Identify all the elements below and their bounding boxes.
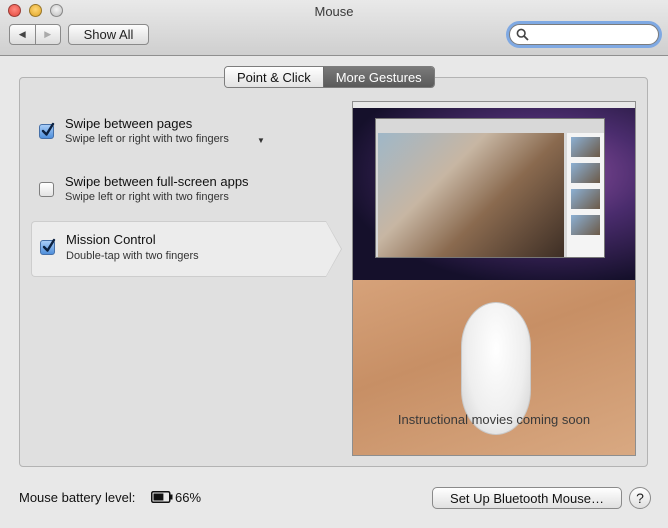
selection-arrow-fill	[326, 222, 341, 276]
back-forward-control: ◀ ▶	[9, 24, 61, 45]
battery-percent: 66%	[175, 490, 202, 505]
tab-point-click[interactable]: Point & Click	[225, 67, 323, 87]
gesture-subtitle: Swipe left or right with two fingers	[65, 133, 229, 145]
preview-photo-image	[378, 133, 564, 257]
preview-thumbnail	[571, 163, 600, 183]
gesture-swipe-fullscreen: Swipe between full-screen apps Swipe lef…	[31, 168, 326, 224]
preview-desk-image	[353, 280, 635, 455]
window-title: Mouse	[314, 4, 354, 19]
gesture-subtitle: Swipe left or right with two fingers	[65, 191, 229, 203]
preview-thumbnail	[571, 189, 600, 209]
swipe-pages-checkbox[interactable]	[39, 122, 55, 139]
search-icon	[516, 28, 529, 41]
gesture-preview: Instructional movies coming soon	[352, 101, 636, 456]
gesture-options-dropdown-icon[interactable]: ▼	[257, 136, 265, 145]
preview-thumbnail	[571, 137, 600, 157]
preview-thumbnail-panel	[567, 133, 604, 257]
preview-note: Instructional movies coming soon	[397, 412, 591, 427]
search-field[interactable]	[509, 24, 659, 45]
preview-app-window	[375, 118, 605, 258]
battery-icon	[151, 491, 173, 503]
mission-control-checkbox[interactable]	[40, 238, 56, 255]
setup-bluetooth-mouse-button[interactable]: Set Up Bluetooth Mouse…	[432, 487, 622, 509]
tab-bar: Point & Click More Gestures	[224, 66, 435, 88]
window-titlebar: Mouse ◀ ▶ Show All	[0, 0, 668, 56]
gesture-title: Swipe between pages	[65, 116, 193, 131]
swipe-fullscreen-checkbox[interactable]	[39, 182, 54, 197]
gesture-mission-control[interactable]: Mission Control Double-tap with two fing…	[31, 221, 342, 277]
tab-more-gestures[interactable]: More Gestures	[322, 67, 434, 87]
preview-screen-image	[353, 102, 635, 280]
battery-label: Mouse battery level:	[19, 490, 136, 505]
help-button[interactable]: ?	[629, 487, 651, 509]
checkmark-icon	[41, 122, 55, 136]
back-button[interactable]: ◀	[10, 25, 35, 44]
preview-menubar	[353, 102, 635, 108]
preview-thumbnail	[571, 215, 600, 235]
forward-button[interactable]: ▶	[34, 25, 61, 44]
gesture-title: Mission Control	[66, 232, 156, 247]
checkmark-icon	[42, 238, 56, 252]
gesture-swipe-pages: Swipe between pages Swipe left or right …	[31, 110, 326, 166]
back-arrow-icon: ◀	[18, 29, 26, 39]
gesture-subtitle: Double-tap with two fingers	[66, 250, 199, 262]
search-input[interactable]	[532, 27, 652, 42]
forward-arrow-icon: ▶	[44, 29, 52, 39]
gesture-title: Swipe between full-screen apps	[65, 174, 249, 189]
show-all-button[interactable]: Show All	[68, 24, 149, 45]
